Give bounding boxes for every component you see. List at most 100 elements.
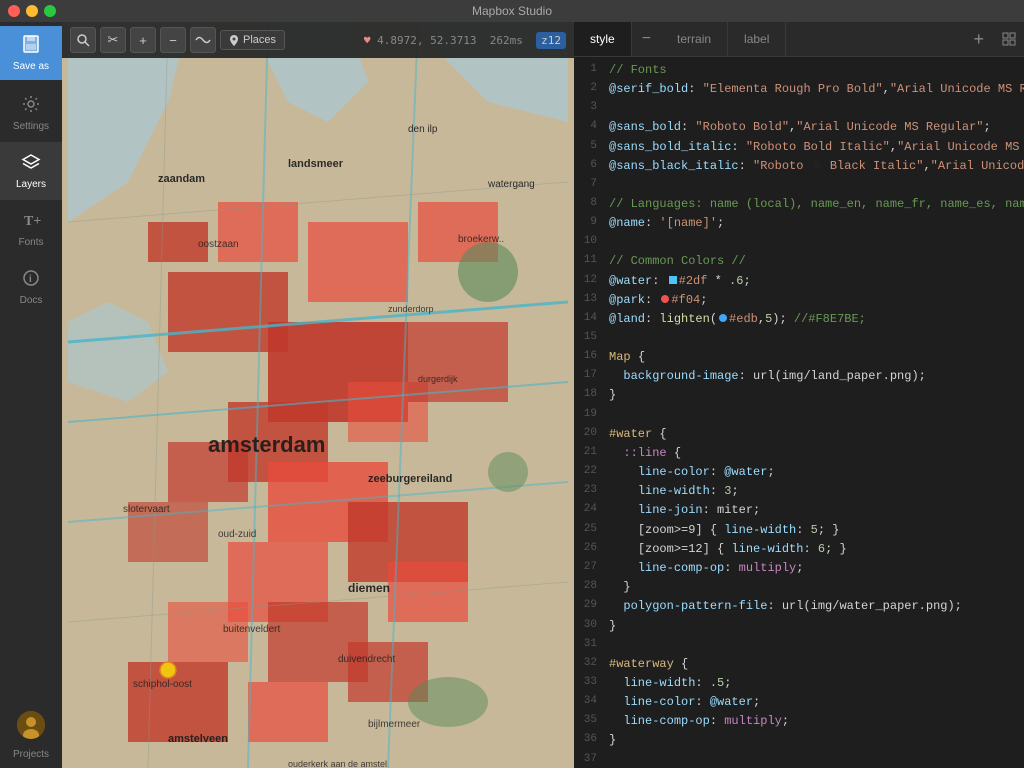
layers-icon	[21, 152, 41, 175]
places-button[interactable]: Places	[220, 30, 285, 50]
coord-value: 4.8972, 52.3713	[377, 34, 476, 47]
code-line: 2 @serif_bold: "Elementa Rough Pro Bold"…	[574, 80, 1024, 99]
remove-button[interactable]: −	[160, 27, 186, 53]
grid-button[interactable]	[994, 22, 1024, 56]
search-button[interactable]	[70, 27, 96, 53]
time-value: 262ms	[490, 34, 523, 47]
minimize-button[interactable]	[26, 5, 38, 17]
map-canvas[interactable]: zaandam landsmeer den ilp watergang oost…	[62, 22, 574, 768]
code-line: 31	[574, 636, 1024, 655]
code-line: 21 ::line {	[574, 444, 1024, 463]
main-area: Save as Settings Layers	[0, 22, 1024, 768]
map-toolbar: ✂ + − Places ♥ 4.8972, 52.3713 262ms z12	[62, 22, 574, 58]
svg-text:diemen: diemen	[348, 581, 390, 595]
settings-icon	[21, 94, 41, 117]
maximize-button[interactable]	[44, 5, 56, 17]
svg-text:zunderdorp: zunderdorp	[388, 304, 434, 314]
projects-item[interactable]: Projects	[0, 747, 62, 768]
places-label: Places	[243, 34, 276, 46]
svg-text:oud-zuid: oud-zuid	[218, 529, 256, 540]
settings-label: Settings	[13, 121, 49, 132]
tab-terrain[interactable]: terrain	[661, 22, 728, 56]
add-button[interactable]: +	[130, 27, 156, 53]
svg-text:landsmeer: landsmeer	[288, 158, 344, 170]
code-line: 32 #waterway {	[574, 655, 1024, 674]
svg-text:oostzaan: oostzaan	[198, 239, 239, 250]
docs-item[interactable]: i Docs	[0, 258, 62, 316]
code-line: 6 @sans_black_italic: "Roboto Black Ital…	[574, 157, 1024, 176]
code-line: 16 Map {	[574, 348, 1024, 367]
save-button[interactable]: Save as	[0, 26, 62, 80]
svg-text:T+: T+	[24, 214, 41, 229]
svg-text:buitenveldert: buitenveldert	[223, 624, 280, 635]
fonts-icon: T+	[21, 210, 41, 233]
app-title: Mapbox Studio	[472, 4, 552, 18]
user-avatar[interactable]	[17, 711, 45, 739]
code-line: 26 [zoom>=12] { line-width: 6; }	[574, 540, 1024, 559]
code-line: 30 }	[574, 617, 1024, 636]
svg-text:i: i	[29, 274, 32, 285]
window-controls	[8, 5, 56, 17]
code-line: 24 line-join: miter;	[574, 501, 1024, 520]
code-line: 1 // Fonts	[574, 61, 1024, 80]
titlebar: Mapbox Studio	[0, 0, 1024, 22]
code-line: 15	[574, 329, 1024, 348]
zoom-value: z12	[536, 32, 566, 49]
code-line: 12 @water: #2df * .6;	[574, 272, 1024, 291]
code-line: 10	[574, 233, 1024, 252]
code-editor[interactable]: 1 // Fonts 2 @serif_bold: "Elementa Roug…	[574, 57, 1024, 768]
svg-text:zaandam: zaandam	[158, 173, 205, 185]
docs-label: Docs	[20, 295, 43, 306]
code-line: 9 @name: '[name]';	[574, 214, 1024, 233]
scissors-button[interactable]: ✂	[100, 27, 126, 53]
code-line: 35 line-comp-op: multiply;	[574, 712, 1024, 731]
svg-text:duivendrecht: duivendrecht	[338, 654, 395, 665]
layers-label: Layers	[16, 179, 46, 190]
svg-text:amsterdam: amsterdam	[208, 432, 325, 457]
layers-item[interactable]: Layers	[0, 142, 62, 200]
svg-text:bijlmermeer: bijlmermeer	[368, 719, 421, 730]
code-line: 22 line-color: @water;	[574, 463, 1024, 482]
map-area: ✂ + − Places ♥ 4.8972, 52.3713 262ms z12	[62, 22, 574, 768]
code-line: 3	[574, 99, 1024, 118]
save-label: Save as	[13, 61, 49, 72]
code-line: 34 line-color: @water;	[574, 693, 1024, 712]
tab-style[interactable]: style	[574, 22, 632, 56]
settings-item[interactable]: Settings	[0, 84, 62, 142]
tab-label[interactable]: label	[728, 22, 786, 56]
code-line: 18 }	[574, 386, 1024, 405]
svg-text:broekerw..: broekerw..	[458, 234, 504, 245]
add-tab-button[interactable]: +	[963, 22, 994, 56]
svg-text:schiphol-oost: schiphol-oost	[133, 679, 192, 690]
svg-text:watergang: watergang	[487, 179, 535, 190]
save-icon	[21, 34, 41, 57]
code-line: 33 line-width: .5;	[574, 674, 1024, 693]
code-line: 14 @land: lighten(#edb,5); //#F8E7BE;	[574, 310, 1024, 329]
code-line: 20 #water {	[574, 425, 1024, 444]
svg-text:durgerdijk: durgerdijk	[418, 374, 458, 384]
code-line: 27 line-comp-op: multiply;	[574, 559, 1024, 578]
route-button[interactable]	[190, 27, 216, 53]
code-line: 25 [zoom>=9] { line-width: 5; }	[574, 521, 1024, 540]
tab-minus-button[interactable]: −	[632, 22, 661, 56]
svg-text:zeeburgereiland: zeeburgereiland	[368, 473, 452, 485]
fonts-item[interactable]: T+ Fonts	[0, 200, 62, 258]
svg-text:den ilp: den ilp	[408, 124, 438, 135]
code-line: 17 background-image: url(img/land_paper.…	[574, 367, 1024, 386]
svg-text:slotervaart: slotervaart	[123, 504, 170, 515]
sidebar: Save as Settings Layers	[0, 22, 62, 768]
code-line: 7	[574, 176, 1024, 195]
editor-tabs: style − terrain label +	[574, 22, 1024, 57]
code-line: 5 @sans_bold_italic: "Roboto Bold Italic…	[574, 138, 1024, 157]
code-line: 11 // Common Colors //	[574, 252, 1024, 271]
code-line: 23 line-width: 3;	[574, 482, 1024, 501]
svg-text:ouderkerk aan de amstel: ouderkerk aan de amstel	[288, 759, 387, 768]
projects-label: Projects	[13, 749, 49, 760]
code-line: 13 @park: #f04;	[574, 291, 1024, 310]
close-button[interactable]	[8, 5, 20, 17]
code-line: 19	[574, 406, 1024, 425]
fonts-label: Fonts	[18, 237, 43, 248]
code-line: 36 }	[574, 731, 1024, 750]
code-line: 29 polygon-pattern-file: url(img/water_p…	[574, 597, 1024, 616]
code-line: 4 @sans_bold: "Roboto Bold","Arial Unico…	[574, 118, 1024, 137]
